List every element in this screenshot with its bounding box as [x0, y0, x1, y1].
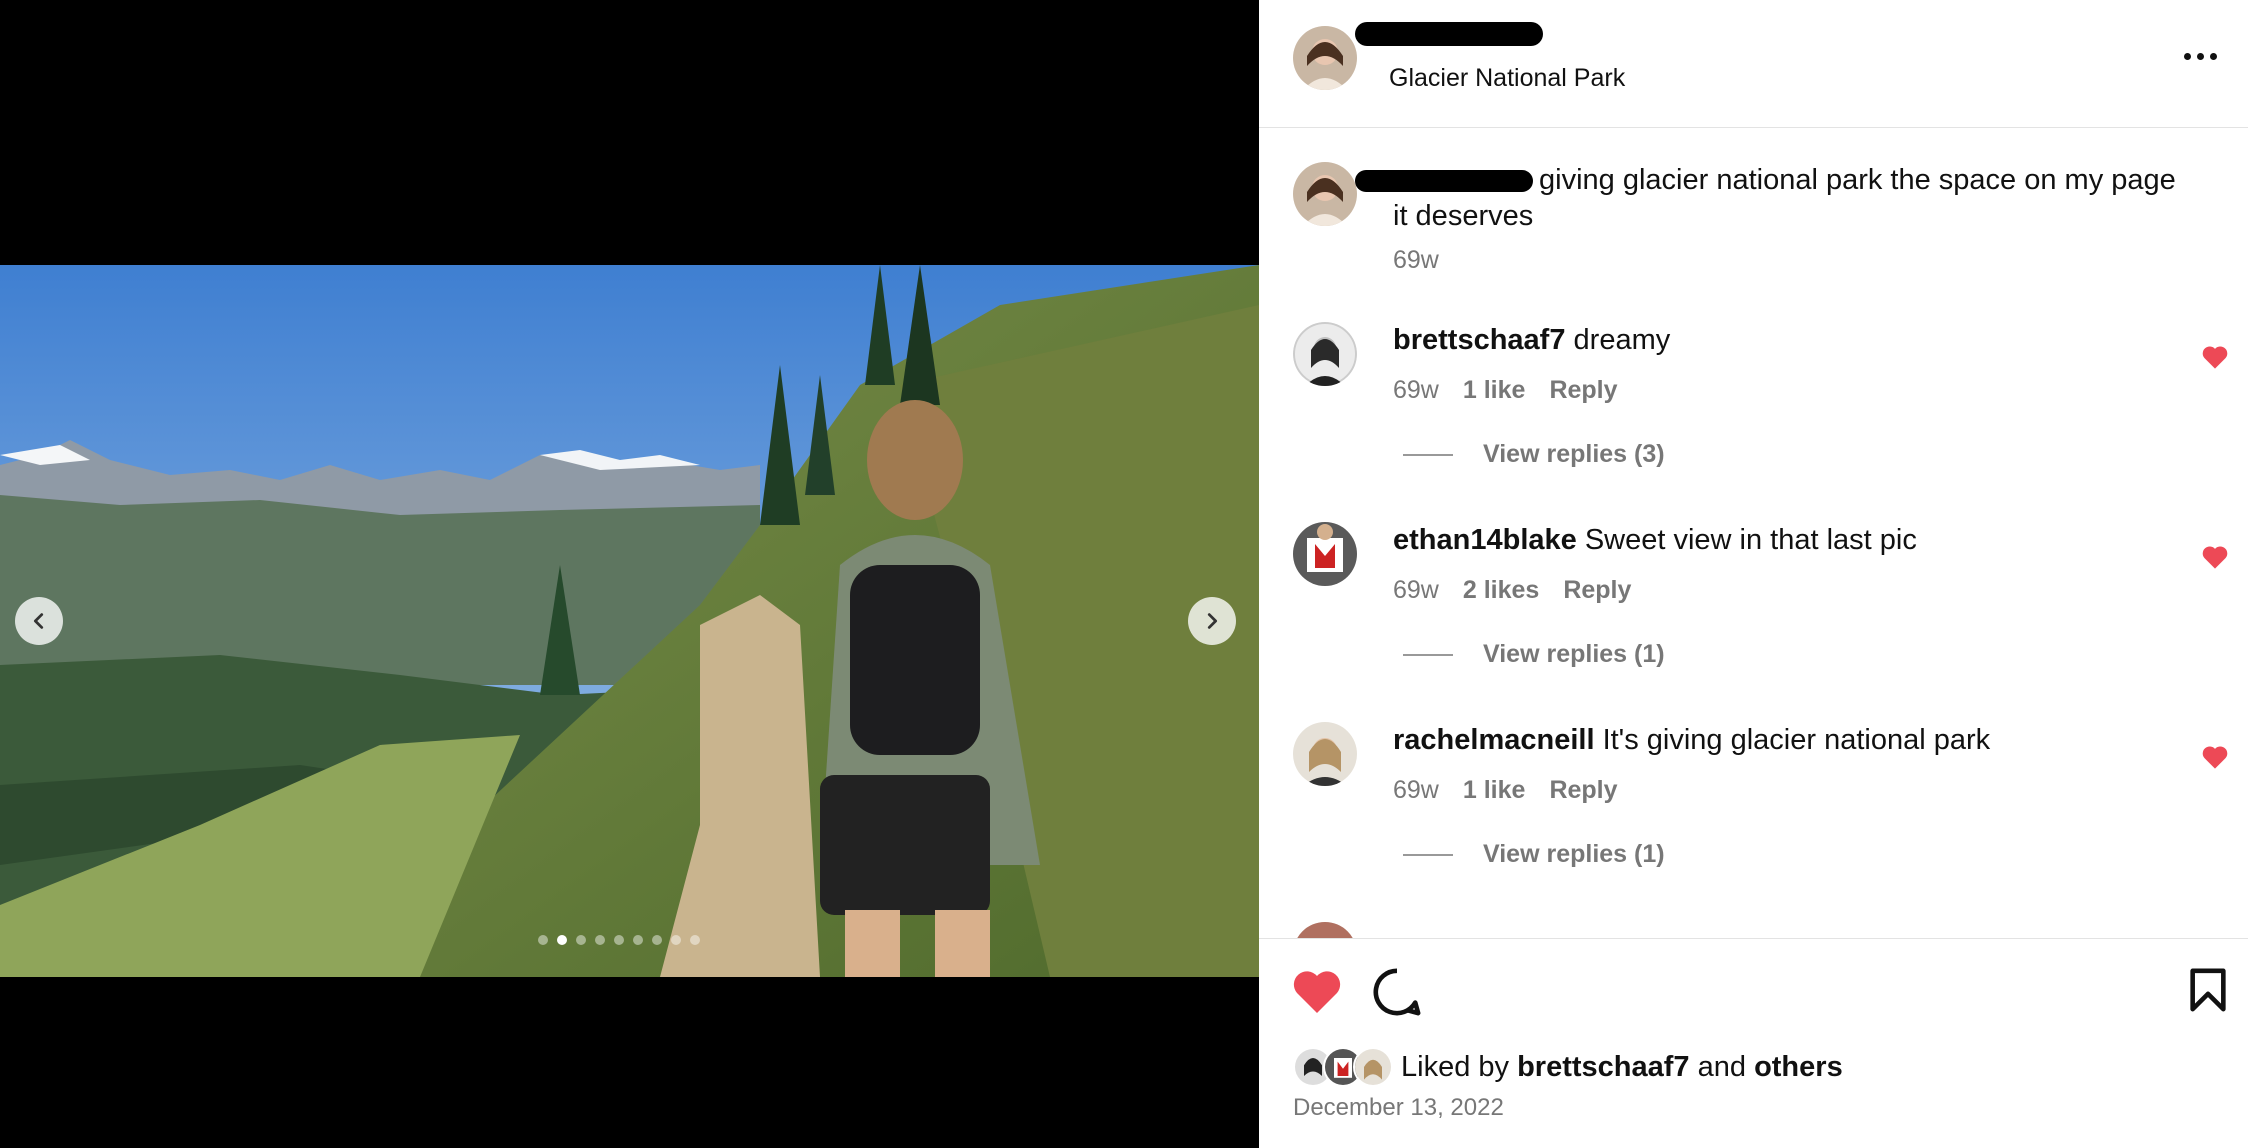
comment-bubble-icon[interactable]: [1372, 967, 1422, 1017]
more-options-icon[interactable]: [2184, 44, 2224, 68]
carousel-dot: [652, 935, 662, 945]
comments-list[interactable]: giving glacier national park the space o…: [1259, 128, 2248, 938]
comment-meta: 69w 1 like Reply: [1393, 376, 1618, 405]
caption-author-avatar[interactable]: [1293, 162, 1357, 226]
comment-username[interactable]: brettschaaf7: [1393, 324, 1565, 356]
liked-by-others-link[interactable]: others: [1754, 1051, 1843, 1084]
comment-likes[interactable]: 1 like: [1463, 776, 1526, 805]
comment-text: brettschaaf7 dreamy: [1393, 324, 1671, 356]
liked-by-summary: Liked by brettschaaf7 and others: [1293, 1047, 1843, 1087]
caption-text: giving glacier national park the space o…: [1393, 164, 2176, 232]
bookmark-icon[interactable]: [2188, 967, 2228, 1013]
caption-timestamp: 69w: [1393, 246, 1439, 274]
previous-photo-button[interactable]: [15, 597, 63, 645]
commenter-avatar[interactable]: [1293, 722, 1357, 786]
redacted-username: [1355, 22, 1543, 46]
view-replies-button[interactable]: View replies (3): [1403, 440, 1665, 469]
comment-text: ethan14blake Sweet view in that last pic: [1393, 524, 1917, 556]
commenter-avatar[interactable]: [1293, 522, 1357, 586]
liker-avatars[interactable]: [1293, 1047, 1397, 1087]
post-header: Glacier National Park: [1259, 0, 2248, 128]
comment-username[interactable]: rachelmacneill: [1393, 724, 1595, 756]
comment-item: brettschaaf7 dreamy 69w 1 like Reply Vie…: [1259, 322, 2248, 522]
carousel-dot: [614, 935, 624, 945]
comment-heart-icon[interactable]: [2201, 744, 2229, 770]
comment-meta: 69w 1 like Reply: [1393, 776, 1618, 805]
carousel-dot: [690, 935, 700, 945]
comment-item: ethan14blake Sweet view in that last pic…: [1259, 522, 2248, 722]
comment-meta: 69w 2 likes Reply: [1393, 576, 1631, 605]
chevron-left-icon: [33, 613, 44, 629]
view-replies-button[interactable]: View replies (1): [1403, 640, 1665, 669]
post-media: [0, 0, 1259, 1148]
post-date: December 13, 2022: [1293, 1094, 1504, 1121]
comment-heart-icon[interactable]: [2201, 344, 2229, 370]
carousel-dot: [633, 935, 643, 945]
reply-button[interactable]: Reply: [1563, 576, 1631, 605]
comment-time: 69w: [1393, 776, 1439, 804]
carousel-dot: [671, 935, 681, 945]
comment-item: rachelmacneill It's giving glacier natio…: [1259, 722, 2248, 922]
carousel-indicator: [538, 935, 700, 945]
like-heart-icon[interactable]: [1291, 967, 1343, 1015]
carousel-dot: [595, 935, 605, 945]
reply-button[interactable]: Reply: [1549, 776, 1617, 805]
carousel-dot: [538, 935, 548, 945]
post-location[interactable]: Glacier National Park: [1389, 64, 1625, 93]
comment-text: rachelmacneill It's giving glacier natio…: [1393, 724, 1991, 756]
carousel-dot: [557, 935, 567, 945]
comment-heart-icon[interactable]: [2201, 544, 2229, 570]
post-panel: Glacier National Park giving glacier nat…: [1259, 0, 2248, 1148]
comment-time: 69w: [1393, 376, 1439, 404]
commenter-avatar[interactable]: [1293, 322, 1357, 386]
liked-by-user-link[interactable]: brettschaaf7: [1517, 1051, 1689, 1084]
comment-likes[interactable]: 1 like: [1463, 376, 1526, 405]
comment-time: 69w: [1393, 576, 1439, 604]
chevron-right-icon: [1207, 613, 1218, 629]
carousel-dot: [576, 935, 586, 945]
commenter-avatar[interactable]: [1293, 922, 1357, 938]
post-photo: [0, 265, 1259, 977]
comment-username[interactable]: ethan14blake: [1393, 524, 1577, 556]
view-replies-button[interactable]: View replies (1): [1403, 840, 1665, 869]
next-photo-button[interactable]: [1188, 597, 1236, 645]
author-avatar[interactable]: [1293, 26, 1357, 90]
reply-button[interactable]: Reply: [1549, 376, 1617, 405]
post-actions: Liked by brettschaaf7 and others Decembe…: [1259, 938, 2248, 1148]
comment-likes[interactable]: 2 likes: [1463, 576, 1539, 605]
